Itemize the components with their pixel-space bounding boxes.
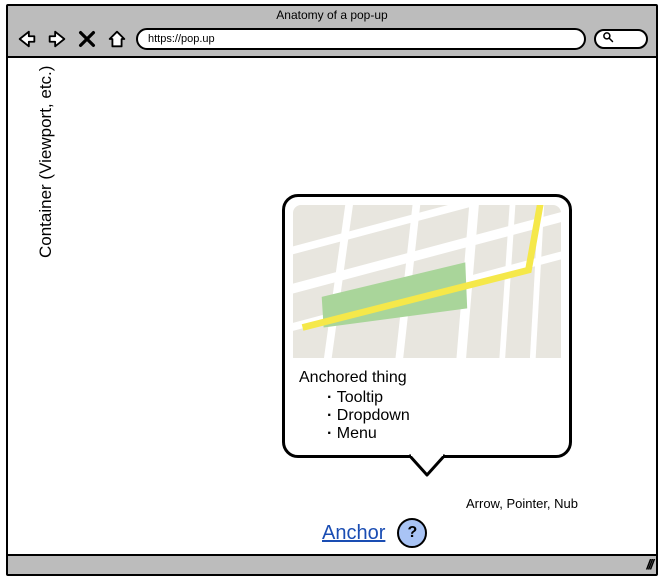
popup-arrow-icon [407,453,447,477]
browser-window: Anatomy of a pop-up https://pop.up Conta… [6,4,658,576]
arrow-label: Arrow, Pointer, Nub [466,496,578,511]
viewport-container: Container (Viewport, etc.) [8,58,656,556]
popup-list: Tooltip Dropdown Menu [299,389,555,443]
list-item: Dropdown [327,407,555,425]
list-item: Tooltip [327,389,555,407]
help-icon[interactable]: ? [397,518,427,548]
forward-icon[interactable] [46,28,68,50]
browser-toolbar: https://pop.up [8,24,656,58]
map-image [293,205,561,365]
anchor-row: Anchor ? [322,518,427,548]
back-icon[interactable] [16,28,38,50]
anchor-link[interactable]: Anchor [322,522,385,545]
popup-heading: Anchored thing [299,369,555,387]
resize-grip-icon[interactable]: /// [646,556,652,572]
search-box[interactable] [594,29,648,49]
stop-icon[interactable] [76,28,98,50]
popup: Anchored thing Tooltip Dropdown Menu [282,194,572,458]
search-icon [602,30,614,48]
status-bar: /// [8,556,656,574]
url-text: https://pop.up [148,33,215,45]
container-label: Container (Viewport, etc.) [36,66,56,258]
window-title: Anatomy of a pop-up [8,6,656,24]
home-icon[interactable] [106,28,128,50]
list-item: Menu [327,425,555,443]
url-input[interactable]: https://pop.up [136,28,586,50]
